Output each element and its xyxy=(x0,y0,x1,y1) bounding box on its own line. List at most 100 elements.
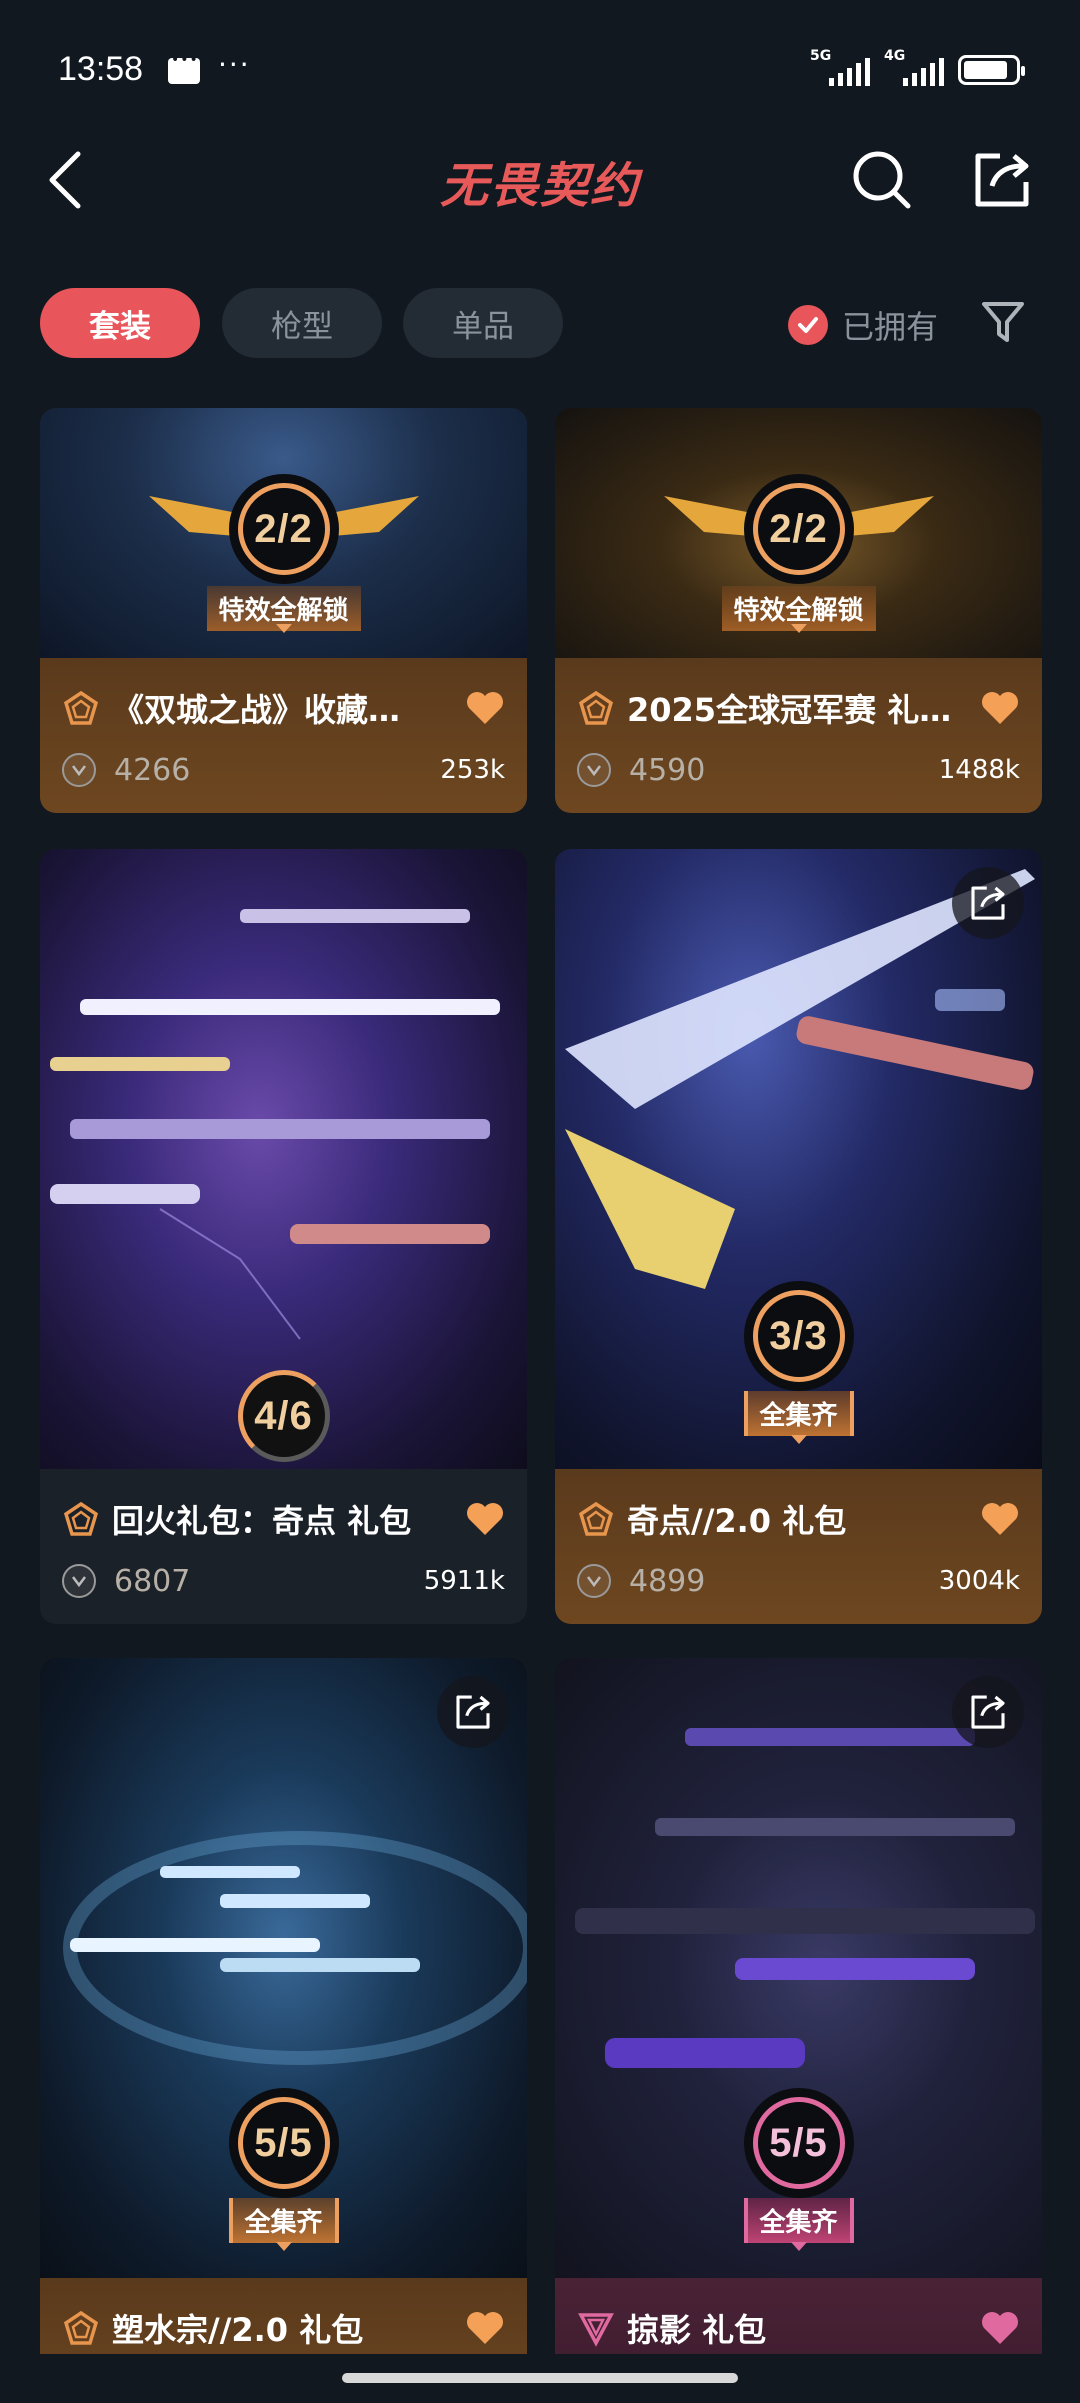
bundle-card[interactable]: 4/6 回火礼包：奇点 礼包 6807 5911k xyxy=(40,849,527,1624)
bundle-artwork: 2/2 特效全解锁 xyxy=(40,408,527,658)
heart-icon[interactable] xyxy=(465,2310,505,2346)
filter-funnel-icon xyxy=(982,302,1024,342)
bundle-likes: 1488k xyxy=(938,755,1020,785)
bundle-title: 塑水宗//2.0 礼包 xyxy=(112,2311,364,2349)
progress-count: 2/2 xyxy=(769,506,828,551)
check-icon xyxy=(788,305,828,345)
progress-badge: 5/5 全集齐 xyxy=(743,2088,854,2251)
progress-count: 2/2 xyxy=(254,506,313,551)
tab-gun-types[interactable]: 枪型 xyxy=(222,288,382,358)
bundle-info: 奇点//2.0 礼包 4899 3004k xyxy=(555,1469,1042,1624)
share-button[interactable] xyxy=(437,1676,509,1748)
progress-badge: 5/5 全集齐 xyxy=(228,2088,339,2251)
tier-pentagon-icon xyxy=(63,2310,99,2345)
bundle-info: 《双城之战》收藏… 4266 253k xyxy=(40,658,527,813)
status-bar: 13:58 ··· 5G 4G xyxy=(0,0,1080,130)
filter-button[interactable] xyxy=(980,298,1026,346)
battery-icon xyxy=(958,55,1025,85)
bundle-info: 塑水宗//2.0 礼包 xyxy=(40,2278,527,2354)
heart-icon[interactable] xyxy=(980,1501,1020,1537)
search-icon xyxy=(853,151,911,209)
more-notifications-icon: ··· xyxy=(218,48,251,81)
bundle-title: 掠影 礼包 xyxy=(627,2311,767,2349)
search-button[interactable] xyxy=(850,148,914,212)
vp-coin-icon xyxy=(577,753,611,787)
bundle-artwork: 3/3 全集齐 xyxy=(555,849,1042,1469)
bundle-title: 《双城之战》收藏… xyxy=(112,691,401,729)
battery-fill xyxy=(964,61,1007,79)
progress-count: 3/3 xyxy=(769,1313,828,1358)
tier-pentagon-icon xyxy=(63,690,99,725)
heart-icon[interactable] xyxy=(980,690,1020,726)
badge-arrow-icon xyxy=(790,1435,807,1444)
bundle-price: 4590 xyxy=(629,752,706,788)
badge-arrow-icon xyxy=(790,624,807,633)
bundle-card[interactable]: 3/3 全集齐 奇点//2.0 礼包 4899 3004k xyxy=(555,849,1042,1624)
share-icon xyxy=(971,1695,1005,1729)
home-indicator[interactable] xyxy=(342,2373,738,2383)
bundle-likes: 3004k xyxy=(938,1566,1020,1596)
bundle-card[interactable]: 5/5 全集齐 掠影 礼包 xyxy=(555,1658,1042,2354)
share-button[interactable] xyxy=(970,148,1034,212)
heart-icon[interactable] xyxy=(980,2310,1020,2346)
signal-4g-icon: 4G xyxy=(884,48,944,86)
progress-badge: 4/6 xyxy=(229,1361,339,1471)
progress-count: 4/6 xyxy=(254,1393,313,1438)
filter-row: 套装 枪型 单品 已拥有 xyxy=(0,288,1080,360)
tier-pentagon-icon xyxy=(578,690,614,725)
bundle-info: 掠影 礼包 xyxy=(555,2278,1042,2354)
tier-triangle-icon xyxy=(578,2313,614,2347)
tab-sets[interactable]: 套装 xyxy=(40,288,200,358)
share-icon xyxy=(971,886,1005,920)
share-icon xyxy=(456,1695,490,1729)
progress-badge: 2/2 特效全解锁 xyxy=(206,474,361,633)
bundle-likes: 5911k xyxy=(423,1566,505,1596)
progress-label: 全集齐 xyxy=(743,2198,854,2243)
tier-pentagon-icon xyxy=(63,1501,99,1536)
status-indicators: 5G 4G xyxy=(810,48,1025,86)
tier-pentagon-icon xyxy=(578,1501,614,1536)
app-header: 无畏契约 xyxy=(0,140,1080,220)
bundle-grid: 2/2 特效全解锁 《双城之战》收藏… 4266 253k 2/2 特效全解锁 … xyxy=(0,408,1080,2354)
progress-badge: 3/3 全集齐 xyxy=(743,1281,854,1444)
bundle-card[interactable]: 5/5 全集齐 塑水宗//2.0 礼包 xyxy=(40,1658,527,2354)
bundle-artwork: 4/6 xyxy=(40,849,527,1469)
bundle-card[interactable]: 2/2 特效全解锁 《双城之战》收藏… 4266 253k xyxy=(40,408,527,813)
status-time: 13:58 xyxy=(58,50,144,88)
share-button[interactable] xyxy=(952,867,1024,939)
message-notification-icon xyxy=(168,52,200,84)
bundle-title: 奇点//2.0 礼包 xyxy=(627,1502,847,1540)
bundle-price: 4266 xyxy=(114,752,191,788)
share-icon xyxy=(975,153,1029,207)
owned-filter-toggle[interactable]: 已拥有 xyxy=(788,302,938,348)
bundle-title: 回火礼包：奇点 礼包 xyxy=(112,1502,412,1540)
progress-label: 全集齐 xyxy=(228,2198,339,2243)
vp-coin-icon xyxy=(62,753,96,787)
progress-badge: 2/2 特效全解锁 xyxy=(721,474,876,633)
bundle-info: 2025全球冠军赛 礼… 4590 1488k xyxy=(555,658,1042,813)
bundle-info: 回火礼包：奇点 礼包 6807 5911k xyxy=(40,1469,527,1624)
badge-arrow-icon xyxy=(275,624,292,633)
bundle-artwork: 5/5 全集齐 xyxy=(555,1658,1042,2278)
page-title: 无畏契约 xyxy=(439,158,640,214)
share-button[interactable] xyxy=(952,1676,1024,1748)
tab-single-items[interactable]: 单品 xyxy=(403,288,563,358)
signal-5g-icon: 5G xyxy=(810,48,870,86)
bundle-likes: 253k xyxy=(440,755,505,785)
bundle-price: 6807 xyxy=(114,1563,191,1599)
bundle-title: 2025全球冠军赛 礼… xyxy=(627,691,952,729)
vp-coin-icon xyxy=(577,1564,611,1598)
heart-icon[interactable] xyxy=(465,690,505,726)
progress-label: 全集齐 xyxy=(743,1391,854,1436)
bundle-price: 4899 xyxy=(629,1563,706,1599)
progress-count: 5/5 xyxy=(769,2120,828,2165)
heart-icon[interactable] xyxy=(465,1501,505,1537)
bundle-card[interactable]: 2/2 特效全解锁 2025全球冠军赛 礼… 4590 1488k xyxy=(555,408,1042,813)
owned-label: 已拥有 xyxy=(842,308,939,346)
vp-coin-icon xyxy=(62,1564,96,1598)
bundle-artwork: 2/2 特效全解锁 xyxy=(555,408,1042,658)
badge-arrow-icon xyxy=(790,2242,807,2251)
badge-arrow-icon xyxy=(275,2242,292,2251)
bundle-artwork: 5/5 全集齐 xyxy=(40,1658,527,2278)
progress-count: 5/5 xyxy=(254,2120,313,2165)
